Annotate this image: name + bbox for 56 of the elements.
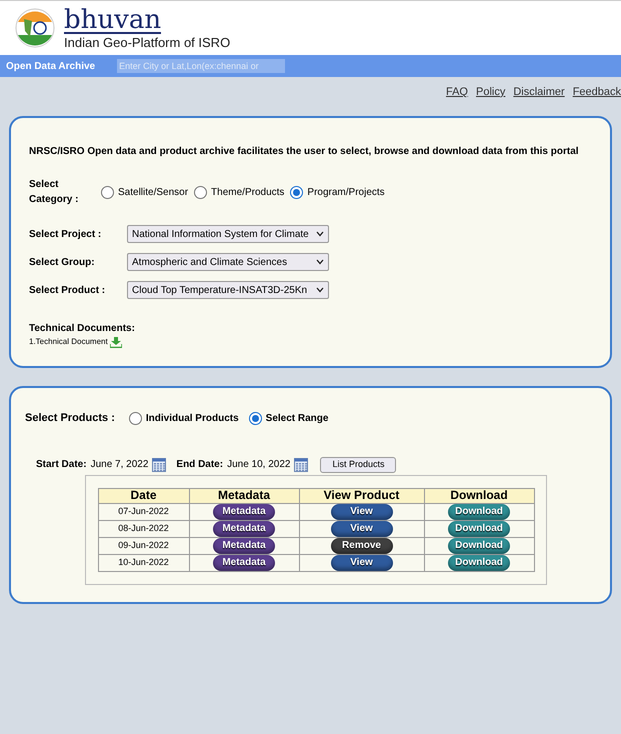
document-link[interactable]: 1.Technical Document — [29, 336, 108, 348]
field-label: Select Project : — [29, 228, 102, 242]
download-icon[interactable] — [110, 336, 122, 348]
view-button[interactable]: View — [330, 520, 392, 536]
view-button[interactable]: View — [330, 554, 392, 570]
column-header: Date — [98, 488, 189, 503]
globe-logo-icon — [14, 7, 56, 49]
dropdown[interactable]: Cloud Top Temperature-INSAT3D-25Kn — [127, 281, 329, 299]
metadata-button[interactable]: Metadata — [213, 538, 275, 554]
radio-option[interactable]: Satellite/Sensor — [101, 184, 188, 200]
radio-option[interactable]: Theme/Products — [194, 184, 284, 200]
remove-button[interactable]: Remove — [330, 538, 392, 554]
date-cell: 07-Jun-2022 — [98, 503, 189, 520]
field-label: Select Group: — [29, 256, 96, 270]
footer-link[interactable]: Disclaimer — [513, 84, 565, 100]
radio-option[interactable]: Individual Products — [128, 410, 239, 426]
date-cell: 09-Jun-2022 — [98, 537, 189, 554]
date-cell: 08-Jun-2022 — [98, 520, 189, 537]
field-label: Select Product : — [29, 284, 106, 298]
tagline: Indian Geo-Platform of ISRO — [64, 36, 230, 48]
end-date: June 10, 2022 — [227, 458, 290, 472]
footer-link[interactable]: Policy — [476, 84, 506, 100]
chevron-icon — [316, 231, 324, 237]
dropdown[interactable]: Atmospheric and Climate Sciences — [127, 253, 329, 271]
metadata-button[interactable]: Metadata — [213, 520, 275, 536]
field-label: Start Date: — [36, 458, 87, 472]
chevron-icon — [316, 287, 324, 293]
radio-option[interactable]: Program/Projects — [290, 184, 385, 200]
intro-text: NRSC/ISRO Open data and product archive facilitates the user to select, browse and download data from this portal — [29, 145, 580, 159]
chevron-icon — [316, 259, 324, 265]
search-field[interactable]: Enter City or Lat,Lon(ex:chennai or — [117, 59, 286, 73]
field-label: Select Products : — [25, 411, 115, 426]
dropdown[interactable]: National Information System for Climate — [127, 225, 329, 243]
download-button[interactable]: Download — [448, 554, 510, 570]
download-button[interactable]: Download — [448, 538, 510, 554]
field-label: End Date: — [176, 458, 224, 472]
field-label: Select Category : — [29, 178, 80, 207]
navbar-title: Open Data Archive — [6, 60, 96, 74]
calendar-icon[interactable] — [152, 458, 166, 472]
download-button[interactable]: Download — [448, 504, 510, 520]
metadata-button[interactable]: Metadata — [213, 554, 275, 570]
date-cell: 10-Jun-2022 — [98, 554, 189, 571]
footer-link[interactable]: FAQ — [446, 84, 468, 100]
logo-wordmark: bhuvan — [64, 8, 162, 34]
section-title: Technical Documents: — [29, 322, 136, 336]
download-button[interactable]: Download — [448, 520, 510, 536]
column-header: Metadata — [189, 488, 299, 503]
footer-link[interactable]: Feedback — [572, 84, 621, 100]
calendar-icon[interactable] — [294, 458, 308, 472]
radio-option[interactable]: Select Range — [248, 410, 328, 426]
start-date: June 7, 2022 — [90, 458, 148, 472]
column-header: Download — [424, 488, 534, 503]
list-products-button[interactable]: List Products — [320, 456, 396, 472]
view-button[interactable]: View — [330, 504, 392, 520]
metadata-button[interactable]: Metadata — [213, 504, 275, 520]
column-header: View Product — [299, 488, 424, 503]
